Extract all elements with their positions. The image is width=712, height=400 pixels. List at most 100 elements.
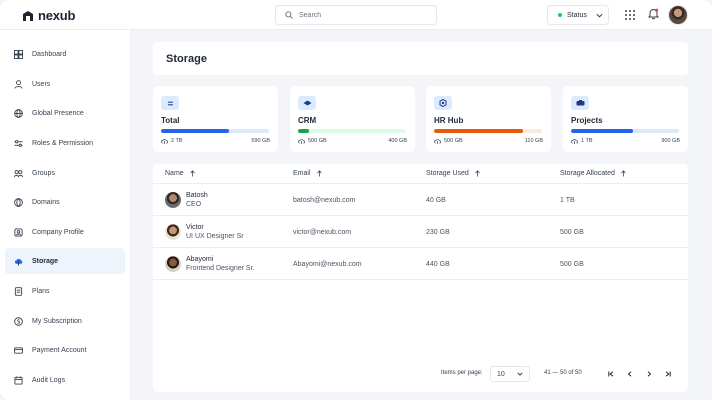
notification-bell-icon[interactable]: [648, 8, 659, 20]
apps-grid-icon[interactable]: [625, 10, 635, 20]
avatar: [165, 256, 181, 272]
column-header-storage-allocated[interactable]: Storage Allocated: [560, 170, 626, 177]
domain-globe-icon: [14, 197, 23, 207]
storage-total: 900 GB: [661, 138, 680, 144]
sidebar-item-label: Users: [32, 80, 51, 88]
items-per-page-select[interactable]: 10: [490, 366, 530, 382]
sidebar-item-my-subscription[interactable]: My Subscription: [5, 308, 125, 334]
table-row[interactable]: Batosh CEO batosh@nexub.com 40 GB 1 TB: [153, 184, 688, 216]
audit-icon: [14, 375, 23, 385]
users-icon: [14, 79, 23, 89]
sidebar-item-label: Plans: [32, 287, 50, 295]
sidebar-item-label: Global Presence: [32, 109, 84, 117]
storage-used-cell: 440 GB: [426, 260, 450, 268]
person-name: Abayomi: [186, 256, 214, 263]
sidebar-item-dashboard[interactable]: Dashboard: [5, 41, 125, 67]
sidebar-item-label: Domains: [32, 198, 60, 206]
sidebar: Dashboard Users Global Presence Roles & …: [0, 30, 131, 400]
next-page-button[interactable]: [644, 369, 654, 379]
column-header-name[interactable]: Name: [165, 170, 195, 177]
table-row[interactable]: Abayomi Frontend Designer Sr. Abayomi@nex…: [153, 248, 688, 280]
person-name: Batosh: [186, 192, 208, 199]
storage-cards: Total 2 TB 590 GB CRM 500 GB 400 GB HR H…: [153, 86, 688, 152]
person-name: Victor: [186, 224, 204, 231]
storage-progress-bar: [571, 129, 679, 133]
sidebar-item-domains[interactable]: Domains: [5, 189, 125, 215]
plans-icon: [14, 286, 23, 296]
last-page-icon: [665, 371, 671, 377]
email-cell: batosh@nexub.com: [293, 196, 356, 204]
status-dropdown[interactable]: Status: [547, 5, 609, 25]
sliders-icon: [14, 139, 23, 147]
groups-icon: [14, 169, 23, 177]
email-cell: victor@nexub.com: [293, 228, 352, 236]
cloud-upload-icon: [434, 139, 441, 144]
storage-table: Name Email Storage Used Storage Allocate…: [153, 164, 688, 392]
logo[interactable]: nexub: [22, 8, 75, 23]
sidebar-item-storage[interactable]: Storage: [5, 248, 125, 274]
storage-total: 590 GB: [251, 138, 270, 144]
email-cell: Abayomi@nexub.com: [293, 260, 362, 268]
sidebar-item-roles-permission[interactable]: Roles & Permission: [5, 130, 125, 156]
storage-allocated-cell: 500 GB: [560, 260, 584, 268]
sidebar-item-plans[interactable]: Plans: [5, 278, 125, 304]
table-header: Name Email Storage Used Storage Allocate…: [153, 164, 688, 184]
card-title: HR Hub: [434, 116, 464, 125]
sidebar-item-global-presence[interactable]: Global Presence: [5, 100, 125, 126]
page-header: Storage: [153, 42, 688, 75]
sidebar-item-payment-account[interactable]: Payment Account: [5, 337, 125, 363]
items-per-page-label: Items per page:: [441, 370, 483, 376]
total-icon: [161, 96, 179, 110]
sidebar-item-label: Dashboard: [32, 50, 67, 58]
sort-arrow-up-icon: [475, 170, 480, 177]
logo-icon: [23, 10, 33, 21]
search-input[interactable]: [299, 11, 419, 19]
storage-card-projects[interactable]: Projects 1 TB 900 GB: [563, 86, 688, 152]
sidebar-item-users[interactable]: Users: [5, 71, 125, 97]
first-page-icon: [608, 371, 614, 377]
storage-total: 110 GB: [524, 138, 543, 144]
sidebar-item-label: Audit Logs: [32, 376, 66, 384]
dashboard-icon: [14, 49, 23, 59]
status-label: Status: [567, 11, 587, 19]
storage-total: 400 GB: [388, 138, 407, 144]
storage-card-crm[interactable]: CRM 500 GB 400 GB: [290, 86, 415, 152]
previous-page-button[interactable]: [625, 369, 635, 379]
storage-allocated-cell: 1 TB: [560, 196, 575, 204]
crm-icon: [298, 96, 316, 110]
column-header-email[interactable]: Email: [293, 170, 322, 177]
sort-arrow-up-icon: [621, 170, 626, 177]
sidebar-item-label: Payment Account: [32, 346, 87, 354]
storage-card-hr-hub[interactable]: HR Hub 500 GB 110 GB: [426, 86, 551, 152]
avatar: [165, 224, 181, 240]
person-role: Frontend Designer Sr.: [186, 265, 255, 272]
app-name: nexub: [38, 8, 76, 23]
last-page-button[interactable]: [663, 369, 673, 379]
storage-card-total[interactable]: Total 2 TB 590 GB: [153, 86, 278, 152]
avatar: [165, 192, 181, 208]
page-title: Storage: [166, 52, 207, 65]
search-box[interactable]: [275, 5, 437, 25]
pagination: Items per page: 10 41 — 50 of 50: [153, 364, 688, 384]
card-title: CRM: [298, 116, 317, 125]
payment-icon: [14, 346, 23, 354]
card-title: Projects: [571, 116, 603, 125]
storage-used: 500 GB: [308, 138, 327, 144]
sidebar-item-company-profile[interactable]: Company Profile: [5, 219, 125, 245]
hr-hub-icon: [434, 96, 452, 110]
page-range: 41 — 50 of 50: [544, 370, 582, 376]
user-avatar[interactable]: [668, 5, 688, 25]
sort-arrow-up-icon: [316, 170, 322, 177]
cloud-upload-icon: [571, 139, 578, 144]
sidebar-item-audit-logs[interactable]: Audit Logs: [5, 367, 125, 393]
first-page-button[interactable]: [606, 369, 616, 379]
person-role: CEO: [186, 201, 202, 208]
column-header-storage-used[interactable]: Storage Used: [426, 170, 480, 177]
storage-used: 500 GB: [444, 138, 463, 144]
storage-used: 2 TB: [171, 138, 183, 144]
sidebar-item-groups[interactable]: Groups: [5, 160, 125, 186]
table-row[interactable]: Victor UI UX Designer Sr victor@nexub.com…: [153, 216, 688, 248]
chevron-down-icon: [517, 372, 523, 376]
sidebar-item-label: Storage: [32, 257, 59, 265]
card-title: Total: [161, 116, 180, 125]
